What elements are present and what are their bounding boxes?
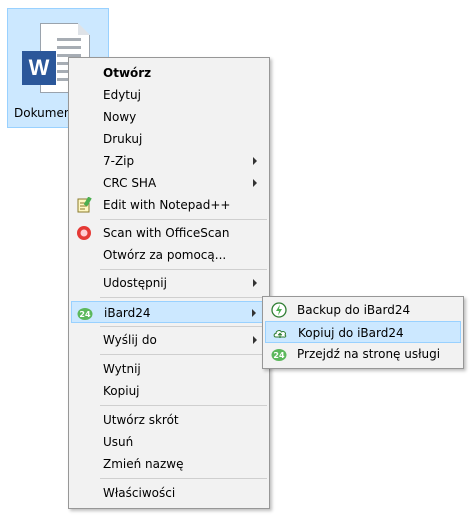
submenu-item-backup[interactable]: Backup do iBard24	[265, 299, 461, 321]
ibard24-icon: 24	[77, 305, 93, 321]
menu-item-label: Edit with Notepad++	[103, 198, 231, 212]
menu-item-label: Otwórz za pomocą...	[103, 248, 227, 262]
menu-separator	[100, 326, 267, 327]
svg-text:24: 24	[273, 351, 285, 360]
menu-item-label: Nowy	[103, 110, 137, 124]
submenu-arrow-icon	[253, 279, 257, 287]
menu-item-edit[interactable]: Edytuj	[71, 84, 267, 106]
menu-item-properties[interactable]: Właściwości	[71, 482, 267, 504]
submenu-item-label: Backup do iBard24	[297, 303, 411, 317]
submenu-arrow-icon	[253, 336, 257, 344]
menu-item-edit-notepad[interactable]: Edit with Notepad++	[71, 194, 267, 216]
submenu-item-label: Przejdź na stronę usługi	[297, 347, 441, 361]
menu-item-label: CRC SHA	[103, 176, 157, 190]
menu-separator	[100, 354, 267, 355]
menu-item-open[interactable]: Otwórz	[71, 62, 267, 84]
menu-item-label: Wytnij	[103, 362, 141, 376]
menu-separator	[100, 405, 267, 406]
menu-item-share[interactable]: Udostępnij	[71, 272, 267, 294]
menu-item-open-with[interactable]: Otwórz za pomocą...	[71, 244, 267, 266]
menu-item-label: Otwórz	[103, 66, 152, 80]
menu-item-new[interactable]: Nowy	[71, 106, 267, 128]
menu-item-label: Kopiuj	[103, 384, 140, 398]
submenu-arrow-icon	[253, 157, 257, 165]
menu-item-ibard24[interactable]: 24 iBard24	[71, 301, 267, 323]
menu-separator	[100, 478, 267, 479]
menu-item-create-shortcut[interactable]: Utwórz skrót	[71, 409, 267, 431]
menu-separator	[100, 219, 267, 220]
cloud-upload-icon	[272, 325, 288, 341]
submenu-item-label: Kopiuj do iBard24	[298, 326, 404, 340]
menu-item-crc-sha[interactable]: CRC SHA	[71, 172, 267, 194]
menu-item-label: Usuń	[103, 435, 134, 449]
menu-item-label: Drukuj	[103, 132, 143, 146]
menu-item-cut[interactable]: Wytnij	[71, 358, 267, 380]
menu-separator	[100, 297, 267, 298]
backup-icon	[271, 302, 287, 318]
notepad-plus-plus-icon	[76, 196, 92, 213]
menu-item-copy[interactable]: Kopiuj	[71, 380, 267, 402]
ibard24-submenu: Backup do iBard24 Kopiuj do iBard24 24 P…	[262, 296, 464, 369]
menu-item-7zip[interactable]: 7-Zip	[71, 150, 267, 172]
submenu-arrow-icon	[252, 309, 256, 317]
submenu-item-copy-to-ibard24[interactable]: Kopiuj do iBard24	[265, 321, 461, 343]
word-icon: W	[22, 51, 56, 85]
menu-item-label: iBard24	[104, 306, 151, 320]
menu-item-send-to[interactable]: Wyślij do	[71, 329, 267, 351]
menu-separator	[100, 269, 267, 270]
menu-item-rename[interactable]: Zmień nazwę	[71, 453, 267, 475]
menu-item-label: Utwórz skrót	[103, 413, 179, 427]
menu-item-delete[interactable]: Usuń	[71, 431, 267, 453]
svg-text:24: 24	[79, 310, 91, 319]
menu-item-print[interactable]: Drukuj	[71, 128, 267, 150]
submenu-item-go-to-service[interactable]: 24 Przejdź na stronę usługi	[265, 343, 461, 365]
menu-item-label: Scan with OfficeScan	[103, 226, 230, 240]
officescan-icon	[76, 225, 92, 241]
context-menu: Otwórz Edytuj Nowy Drukuj 7-Zip CRC SHA …	[68, 57, 270, 509]
menu-item-scan-officescan[interactable]: Scan with OfficeScan	[71, 222, 267, 244]
menu-item-label: 7-Zip	[103, 154, 135, 168]
menu-item-label: Udostępnij	[103, 276, 167, 290]
menu-item-label: Edytuj	[103, 88, 141, 102]
menu-item-label: Wyślij do	[103, 333, 157, 347]
ibard24-icon: 24	[271, 346, 287, 362]
file-name-label: Dokument	[14, 106, 77, 120]
submenu-arrow-icon	[253, 179, 257, 187]
menu-item-label: Właściwości	[103, 486, 176, 500]
menu-item-label: Zmień nazwę	[103, 457, 184, 471]
